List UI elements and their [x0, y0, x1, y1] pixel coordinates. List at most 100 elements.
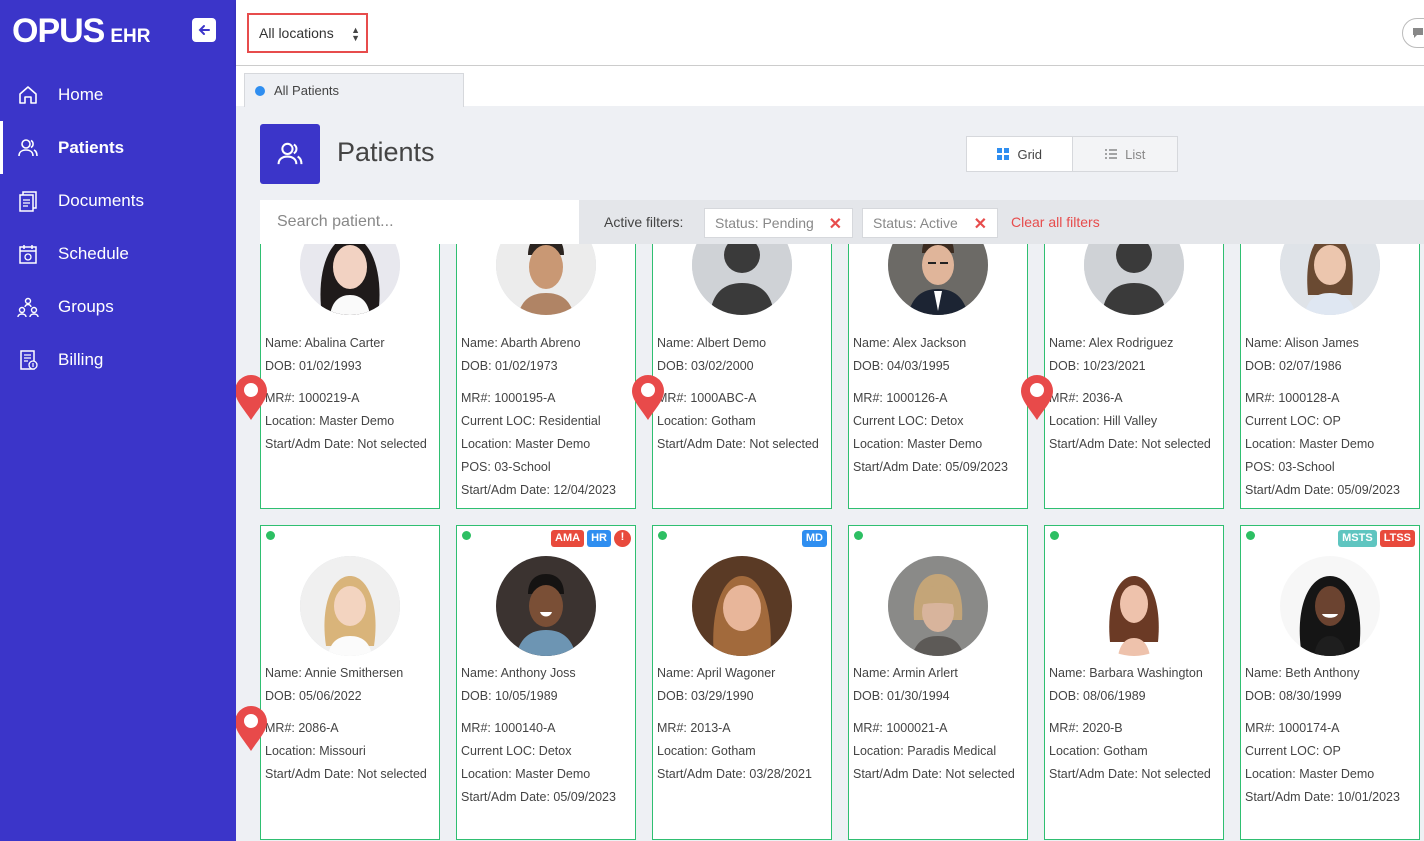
patient-avatar: [1280, 556, 1380, 656]
patient-field: MR#: 1000140-A: [461, 721, 556, 735]
patient-avatar: [496, 556, 596, 656]
remove-filter-icon[interactable]: ✕: [829, 214, 842, 234]
sidebar-item-label: Groups: [58, 296, 114, 316]
patients-page-icon: [260, 124, 320, 184]
patient-field: POS: 03-School: [1245, 460, 1335, 474]
logo-suffix: EHR: [110, 26, 151, 47]
patient-card[interactable]: Name: Armin Arlert DOB: 01/30/1994 MR#: 1…: [848, 525, 1028, 840]
patient-field: Name: Anthony Joss: [461, 666, 576, 680]
status-indicator: [1050, 531, 1059, 540]
home-icon: [16, 83, 40, 107]
map-pin-icon[interactable]: [1019, 374, 1055, 422]
alert-icon: !: [614, 530, 631, 547]
select-arrows-icon: ▲ ▼: [351, 25, 360, 43]
sidebar-item-documents[interactable]: Documents: [0, 174, 236, 227]
tab-label: All Patients: [274, 83, 340, 98]
sidebar-item-billing[interactable]: Billing: [0, 333, 236, 386]
sidebar-item-patients[interactable]: Patients: [0, 121, 236, 174]
patient-field: Name: Alex Rodriguez: [1049, 336, 1174, 350]
patient-card[interactable]: MSTS LTSS Name: Beth Anthony DOB: 08/30/1…: [1240, 525, 1420, 840]
patient-field: Name: Albert Demo: [657, 336, 767, 350]
patient-card[interactable]: MD Name: April Wagoner DOB: 03/29/1990 MR…: [652, 525, 832, 840]
map-pin-icon[interactable]: [630, 374, 666, 422]
remove-filter-icon[interactable]: ✕: [974, 214, 987, 234]
patient-field: DOB: 03/29/1990: [657, 689, 754, 703]
patient-field: Location: Gotham: [657, 744, 756, 758]
users-icon: [277, 142, 303, 165]
users-icon: [16, 136, 40, 160]
patient-field: Start/Adm Date: 10/01/2023: [1245, 790, 1400, 804]
patient-field: Name: Barbara Washington: [1049, 666, 1203, 680]
map-pin-icon[interactable]: [236, 705, 269, 753]
tab-bar: All Patients: [236, 66, 1424, 107]
grid-view-label: Grid: [1017, 146, 1043, 162]
patient-field: DOB: 08/30/1999: [1245, 689, 1342, 703]
patient-field: Location: Master Demo: [853, 437, 983, 451]
search-input[interactable]: [260, 200, 579, 244]
patient-avatar: [692, 556, 792, 656]
tab-all-patients[interactable]: All Patients: [244, 73, 464, 107]
patient-info: Name: Abarth Abreno DOB: 01/02/1973 MR#: …: [461, 332, 616, 502]
location-select[interactable]: All locations ▲ ▼: [247, 13, 368, 53]
sidebar-item-home[interactable]: Home: [0, 68, 236, 121]
sidebar-item-label: Documents: [58, 190, 144, 210]
patient-field: Start/Adm Date: Not selected: [265, 437, 427, 451]
patient-field: Location: Hill Valley: [1049, 414, 1158, 428]
filter-chip-status-pending[interactable]: Status: Pending ✕: [704, 208, 853, 238]
patient-badges: MD: [801, 530, 827, 547]
patient-field: DOB: 10/05/1989: [461, 689, 558, 703]
patient-card[interactable]: Name: Alex Jackson DOB: 04/03/1995 MR#: 1…: [848, 244, 1028, 509]
patient-card[interactable]: Name: Barbara Washington DOB: 08/06/1989 …: [1044, 525, 1224, 840]
patient-field: Location: Paradis Medical: [853, 744, 997, 758]
patient-card[interactable]: Name: Abalina Carter DOB: 01/02/1993 MR#:…: [260, 244, 440, 509]
chat-icon: [1413, 28, 1423, 38]
patient-field: DOB: 01/02/1973: [461, 359, 558, 373]
patient-card[interactable]: Name: Abarth Abreno DOB: 01/02/1973 MR#: …: [456, 244, 636, 509]
map-pin-icon[interactable]: [236, 374, 269, 422]
patient-field: Location: Gotham: [657, 414, 756, 428]
calendar-icon: [16, 242, 40, 266]
clear-all-filters-link[interactable]: Clear all filters: [1011, 214, 1100, 230]
patient-field: Location: Master Demo: [265, 414, 395, 428]
patient-field: MR#: 1000021-A: [853, 721, 948, 735]
patient-field: Start/Adm Date: 05/09/2023: [461, 790, 616, 804]
list-view-button[interactable]: List: [1072, 137, 1177, 171]
chat-button[interactable]: [1402, 18, 1424, 48]
patient-field: Current LOC: Residential: [461, 414, 601, 428]
patient-field: DOB: 01/30/1994: [853, 689, 950, 703]
sidebar-item-label: Home: [58, 84, 104, 104]
patient-card[interactable]: Name: Annie Smithersen DOB: 05/06/2022 MR…: [260, 525, 440, 840]
patient-field: Start/Adm Date: Not selected: [1049, 437, 1211, 451]
logo-text: OPUS: [12, 12, 105, 50]
patient-card[interactable]: Name: Alison James DOB: 02/07/1986 MR#: 1…: [1240, 244, 1420, 509]
patient-field: Start/Adm Date: 05/09/2023: [853, 460, 1008, 474]
active-filters-label: Active filters:: [604, 214, 684, 230]
patient-avatar-placeholder: [692, 244, 792, 315]
patient-field: MR#: 1000ABC-A: [657, 391, 757, 405]
sidebar-item-schedule[interactable]: Schedule: [0, 227, 236, 280]
logo[interactable]: OPUS EHR: [12, 12, 150, 51]
patient-field: MR#: 2020-B: [1049, 721, 1123, 735]
grid-view-button[interactable]: Grid: [967, 137, 1073, 171]
status-indicator: [462, 531, 471, 540]
badge-msts: MSTS: [1338, 530, 1377, 547]
patient-card[interactable]: Name: Albert Demo DOB: 03/02/2000 MR#: 10…: [652, 244, 832, 509]
sidebar-item-groups[interactable]: Groups: [0, 280, 236, 333]
patient-field: DOB: 03/02/2000: [657, 359, 754, 373]
patient-field: Name: Armin Arlert: [853, 666, 958, 680]
patient-card[interactable]: AMA HR ! Name: Anthony Joss DOB: 10/05/19…: [456, 525, 636, 840]
collapse-sidebar-button[interactable]: [192, 18, 216, 42]
filter-chip-status-active[interactable]: Status: Active ✕: [862, 208, 998, 238]
patient-field: Location: Master Demo: [1245, 437, 1375, 451]
patient-field: Name: Beth Anthony: [1245, 666, 1360, 680]
patient-card[interactable]: Name: Alex Rodriguez DOB: 10/23/2021 MR#:…: [1044, 244, 1224, 509]
patient-field: MR#: 1000219-A: [265, 391, 360, 405]
arrow-left-icon: [198, 25, 210, 35]
